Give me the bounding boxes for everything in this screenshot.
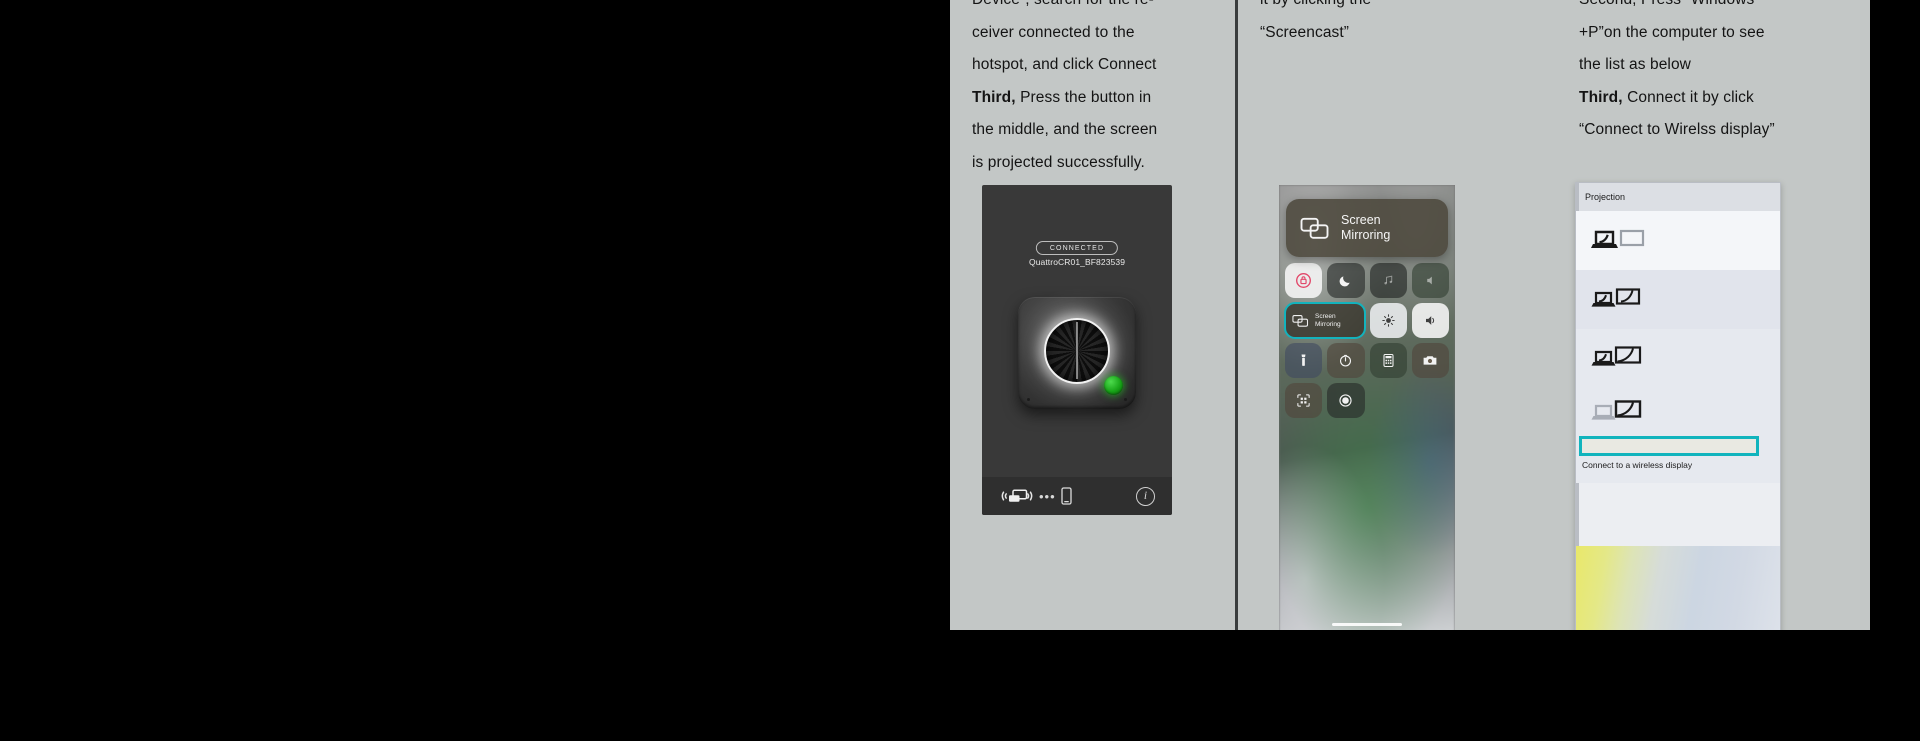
instruction-line: +P”on the computer to see: [1579, 23, 1765, 41]
mobile-phone-icon[interactable]: [1061, 487, 1072, 505]
instructions-right: Second, Press “Windows +P”on the compute…: [1557, 0, 1848, 147]
screen-cast-icon[interactable]: [1000, 487, 1034, 505]
record-icon: [1338, 393, 1353, 408]
footer-icon-group: •••: [1000, 487, 1072, 505]
connection-dots: •••: [1039, 488, 1056, 504]
duplicate-display-icon: [1590, 285, 1648, 315]
column-middle: it by clicking the “Screencast”: [1238, 0, 1535, 630]
puck-center-button[interactable]: [1044, 317, 1110, 384]
instruction-line: the list as below: [1579, 56, 1691, 73]
projection-title: Projection: [1585, 192, 1626, 202]
music-icon: [1382, 274, 1395, 287]
tile-screen-recording[interactable]: [1327, 383, 1365, 418]
instruction-line: “Connect to Wirelss display”: [1579, 121, 1775, 138]
device-name-label: QuattroCR01_BF823539: [1028, 257, 1126, 267]
camera-icon: [1422, 354, 1438, 367]
puck-screw: [1027, 398, 1030, 401]
receiver-puck-image: [1018, 297, 1136, 409]
tile-screen-mirroring[interactable]: Screen Mirroring: [1284, 302, 1366, 339]
control-center-tile-grid: Screen Mirroring: [1284, 263, 1449, 418]
instructions-left: Device”, search for the re- ceiver conne…: [950, 0, 1235, 179]
ios-control-center-screenshot: Screen Mirroring Screen Mirroring: [1279, 185, 1455, 630]
tile-calculator[interactable]: [1369, 343, 1407, 378]
column-right: Second, Press “Windows +P”on the compute…: [1557, 0, 1848, 630]
flashlight-icon: [1297, 353, 1310, 368]
tile-media-playback[interactable]: [1369, 263, 1407, 298]
column-gap: [1535, 0, 1557, 630]
puck-body: [1018, 297, 1136, 409]
volume-icon: [1423, 313, 1438, 328]
instruction-step-text: Press the button in: [1015, 88, 1152, 106]
projection-wireless-section[interactable]: Connect to a wireless display: [1576, 388, 1780, 483]
windows-projection-flyout: Projection Connect to a wireless display: [1575, 182, 1781, 630]
second-screen-only-icon: [1590, 388, 1780, 428]
screen-mirroring-popup[interactable]: Screen Mirroring: [1286, 199, 1448, 257]
projection-option-duplicate[interactable]: [1576, 270, 1780, 329]
home-indicator: [1332, 622, 1402, 626]
desktop-wallpaper-strip: [1576, 546, 1780, 630]
status-led-indicator: [1104, 376, 1123, 395]
instruction-line: Second, Press “Windows: [1579, 0, 1832, 17]
tile-volume[interactable]: [1411, 303, 1449, 338]
instruction-line: Third, Connect it by click: [1579, 82, 1832, 115]
timer-icon: [1338, 353, 1353, 368]
instruction-line: “Screencast”: [1260, 23, 1350, 41]
extend-display-icon: [1590, 344, 1648, 374]
screen-mirroring-icon: [1300, 216, 1330, 241]
tile-timer[interactable]: [1327, 343, 1365, 378]
instruction-line: Third, Press the button in: [972, 82, 1219, 115]
connect-wireless-display-highlight[interactable]: [1579, 436, 1759, 456]
instruction-line: ceiver connected to the: [972, 23, 1135, 41]
moon-icon: [1338, 273, 1353, 288]
info-button[interactable]: i: [1136, 486, 1155, 506]
screen-mirroring-popup-label: Screen Mirroring: [1341, 213, 1391, 242]
brightness-icon: [1381, 313, 1396, 328]
instruction-line: it by clicking the: [1260, 0, 1519, 17]
tile-brightness[interactable]: [1369, 303, 1407, 338]
screenshot-canvas: Device”, search for the re- ceiver conne…: [0, 0, 1920, 741]
receiver-device-screenshot: CONNECTED QuattroCR01_BF823539 ••• i: [982, 185, 1172, 515]
instruction-line: hotspot, and click Connect: [972, 56, 1157, 73]
speaker-icon: [1424, 274, 1437, 287]
instructions-middle: it by clicking the “Screencast”: [1238, 0, 1535, 49]
screen-mirroring-icon: [1292, 314, 1309, 328]
puck-screw: [1124, 398, 1127, 401]
pc-screen-only-icon: [1590, 226, 1648, 256]
device-app-footer: ••• i: [982, 477, 1172, 515]
status-badge: CONNECTED: [1035, 241, 1119, 255]
column-left: Device”, search for the re- ceiver conne…: [950, 0, 1235, 630]
tile-flashlight[interactable]: [1285, 343, 1323, 378]
tile-rotation-lock[interactable]: [1285, 263, 1323, 298]
instruction-line: is projected successfully.: [972, 153, 1145, 171]
calculator-icon: [1382, 353, 1395, 368]
instruction-line: Device”, search for the re-: [972, 0, 1219, 17]
tile-qr-scanner[interactable]: [1285, 383, 1323, 418]
instruction-line: the middle, and the screen: [972, 121, 1158, 138]
tile-do-not-disturb[interactable]: [1327, 263, 1365, 298]
document-content-strip: Device”, search for the re- ceiver conne…: [950, 0, 1870, 630]
projection-header: Projection: [1576, 183, 1780, 211]
projection-option-extend[interactable]: [1576, 329, 1780, 388]
qr-code-icon: [1296, 393, 1311, 408]
connect-wireless-display-label: Connect to a wireless display: [1582, 460, 1693, 470]
tile-label: Screen Mirroring: [1315, 312, 1341, 328]
projection-option-pc-screen-only[interactable]: [1576, 211, 1780, 270]
tile-volume-slider[interactable]: [1411, 263, 1449, 298]
instruction-step-label: Third,: [1579, 88, 1623, 106]
rotation-lock-icon: [1295, 272, 1312, 289]
tile-camera[interactable]: [1411, 343, 1449, 378]
instruction-step-label: Third,: [972, 88, 1016, 106]
instruction-step-text: Connect it by click: [1622, 88, 1754, 106]
